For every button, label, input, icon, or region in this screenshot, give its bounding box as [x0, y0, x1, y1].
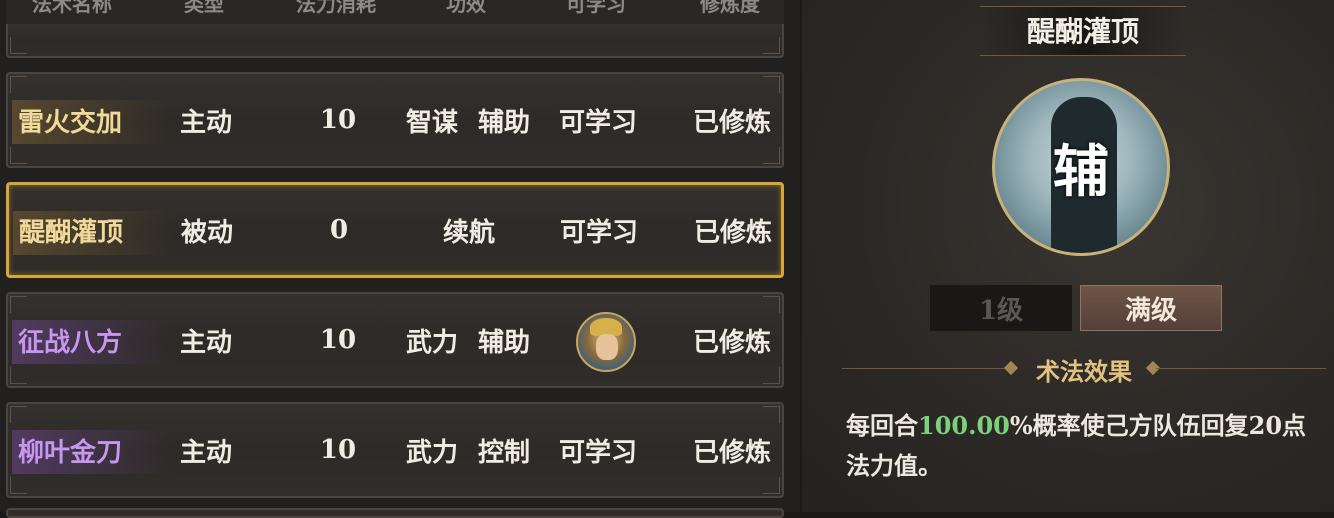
skill-name: 雷火交加: [18, 107, 123, 138]
header-cost: 法力消耗: [296, 0, 376, 16]
skill-row-zhengzhanbafang[interactable]: 征战八方 主动 10 武力 辅助 已修炼: [6, 292, 784, 388]
effect-text-pre: 每回合: [846, 411, 918, 440]
skill-row-tihuguanding[interactable]: 醍醐灌顶 被动 0 续航 可学习 已修炼: [6, 182, 784, 278]
skill-type: 主动: [179, 437, 232, 468]
divider-right: [1156, 368, 1326, 369]
list-item-partial-bottom[interactable]: [6, 508, 784, 518]
table-header: 法术名称 类型 法力消耗 功效 可学习 修炼度: [6, 0, 784, 24]
header-learnable: 可学习: [566, 0, 626, 16]
emblem-glyph: 辅: [1053, 138, 1109, 205]
skill-name: 柳叶金刀: [18, 437, 123, 468]
skill-row-leihuojiaojia[interactable]: 雷火交加 主动 10 智谋 辅助 可学习 已修炼: [6, 72, 784, 168]
skill-effect-2: 辅助: [477, 107, 530, 138]
skill-type: 被动: [180, 217, 233, 248]
list-item-partial[interactable]: [6, 24, 784, 58]
header-effect: 功效: [446, 0, 486, 16]
skill-cost: 10: [319, 105, 357, 135]
skill-progress: 已修炼: [692, 107, 771, 138]
skill-effect-2: 控制: [477, 437, 530, 468]
skill-learnable: 可学习: [559, 217, 638, 248]
skill-effect-1: 武力: [405, 437, 458, 468]
skill-learnable: 可学习: [558, 437, 637, 468]
skill-type: 主动: [179, 107, 232, 138]
skill-detail-panel: 醍醐灌顶 辅 1级 满级 术法效果 每回合100.00%概率使己方队伍回复20点…: [802, 0, 1334, 512]
row-corner-ornament: [10, 37, 27, 54]
skill-effect-1: 智谋: [405, 107, 458, 138]
skill-effect: 续航: [442, 217, 495, 248]
skill-cost: 10: [319, 325, 357, 355]
divider-left: [842, 368, 1012, 369]
skill-progress: 已修炼: [692, 327, 771, 358]
skill-effect-2: 辅助: [477, 327, 530, 358]
scholar-silhouette-icon: 辅: [992, 78, 1170, 256]
skill-effect-1: 武力: [405, 327, 458, 358]
general-portrait-icon[interactable]: [576, 312, 636, 372]
level-1-button[interactable]: 1级: [930, 285, 1072, 331]
row-corner-ornament: [763, 37, 780, 54]
header-name: 法术名称: [32, 0, 112, 16]
skill-progress: 已修炼: [693, 217, 772, 248]
skill-detail-title: 醍醐灌顶: [1026, 15, 1139, 48]
skill-name: 醍醐灌顶: [19, 217, 124, 248]
effect-header: 术法效果: [1036, 356, 1132, 386]
skill-name: 征战八方: [18, 327, 123, 358]
skill-cost: 0: [329, 215, 349, 245]
face-shape: [596, 334, 618, 360]
skill-progress: 已修炼: [692, 437, 771, 468]
effect-description: 每回合100.00%概率使己方队伍回复20点法力值。: [846, 406, 1316, 486]
header-type: 类型: [184, 0, 224, 16]
effect-probability: 100.00: [918, 411, 1010, 440]
skill-list-panel: 法术名称 类型 法力消耗 功效 可学习 修炼度 雷火交加 主动 10 智谋 辅助…: [0, 0, 800, 518]
skill-learnable: 可学习: [558, 107, 637, 138]
header-progress: 修炼度: [700, 0, 760, 16]
skill-cost: 10: [319, 435, 357, 465]
level-max-button[interactable]: 满级: [1080, 285, 1222, 331]
skill-type: 主动: [179, 327, 232, 358]
skill-row-liuyejindao[interactable]: 柳叶金刀 主动 10 武力 控制 可学习 已修炼: [6, 402, 784, 498]
